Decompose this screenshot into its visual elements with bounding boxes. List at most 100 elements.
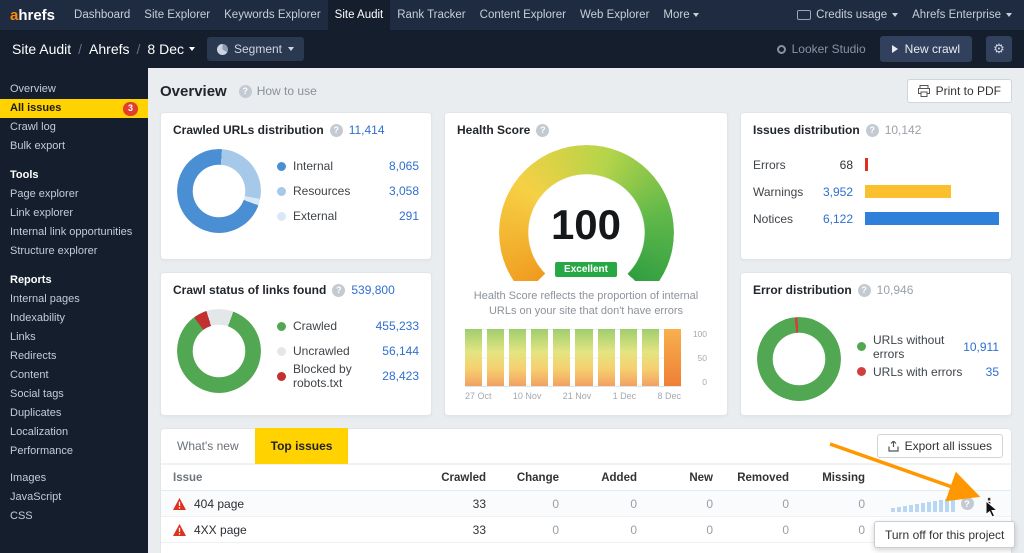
column-issue[interactable]: Issue <box>173 472 406 484</box>
sidebar: Overview All issues 3 Crawl log Bulk exp… <box>0 68 148 553</box>
column-added[interactable]: Added <box>559 472 637 484</box>
segment-button[interactable]: Segment <box>207 37 304 61</box>
sidebar-item-all-issues[interactable]: All issues 3 <box>0 99 148 118</box>
dist-value[interactable]: 68 <box>809 158 853 172</box>
cell-crawled[interactable]: 33 <box>406 523 486 537</box>
sidebar-item-link-explorer[interactable]: Link explorer <box>0 204 148 223</box>
nav-item-site-audit[interactable]: Site Audit <box>328 0 391 30</box>
legend-value[interactable]: 35 <box>986 365 999 379</box>
tab-whats-new[interactable]: What's new <box>161 428 255 464</box>
print-to-pdf-button[interactable]: Print to PDF <box>907 79 1012 103</box>
tab-top-issues[interactable]: Top issues <box>255 428 349 464</box>
legend-value[interactable]: 455,233 <box>376 319 419 333</box>
issue-name[interactable]: 4XX page <box>194 523 247 537</box>
history-bar[interactable] <box>575 329 592 386</box>
history-bar[interactable] <box>531 329 548 386</box>
nav-item-dashboard[interactable]: Dashboard <box>67 0 137 30</box>
column-crawled[interactable]: Crawled <box>406 472 486 484</box>
history-bar[interactable] <box>642 329 659 386</box>
help-icon[interactable] <box>866 124 879 137</box>
chevron-down-icon <box>1006 13 1012 17</box>
crawl-date-selector[interactable]: 8 Dec <box>147 41 195 57</box>
sidebar-item-page-explorer[interactable]: Page explorer <box>0 185 148 204</box>
help-icon[interactable] <box>330 124 343 137</box>
sidebar-item-internal-link-opportunities[interactable]: Internal link opportunities <box>0 223 148 242</box>
sidebar-item-internal-pages[interactable]: Internal pages <box>0 290 148 309</box>
legend-value[interactable]: 10,911 <box>963 340 999 354</box>
export-all-issues-button[interactable]: Export all issues <box>877 434 1003 458</box>
history-bar[interactable] <box>465 329 482 386</box>
dist-value[interactable]: 3,952 <box>809 185 853 199</box>
help-icon[interactable] <box>536 124 549 137</box>
issue-name[interactable]: 404 page <box>194 497 244 511</box>
legend-value[interactable]: 3,058 <box>389 184 419 198</box>
nav-item-web-explorer[interactable]: Web Explorer <box>573 0 656 30</box>
looker-studio-link[interactable]: Looker Studio <box>777 42 866 56</box>
nav-item-more[interactable]: More <box>656 0 705 30</box>
sidebar-item-redirects[interactable]: Redirects <box>0 347 148 366</box>
sidebar-item-crawl-log[interactable]: Crawl log <box>0 118 148 137</box>
nav-item-rank-tracker[interactable]: Rank Tracker <box>390 0 472 30</box>
chevron-down-icon <box>693 13 699 17</box>
history-bar[interactable] <box>487 329 504 386</box>
sidebar-item-links[interactable]: Links <box>0 328 148 347</box>
sidebar-item-indexability[interactable]: Indexability <box>0 309 148 328</box>
legend-label: URLs with errors <box>873 365 962 379</box>
crawled-urls-total[interactable]: 11,414 <box>349 123 385 137</box>
sidebar-item-localization[interactable]: Localization <box>0 423 148 442</box>
turn-off-project-menu-item[interactable]: Turn off for this project <box>874 521 1015 548</box>
legend-label: External <box>293 209 337 223</box>
legend-label: URLs without errors <box>873 333 963 361</box>
row-menu-icon[interactable] <box>979 495 999 512</box>
dist-value[interactable]: 6,122 <box>809 212 853 226</box>
crawl-status-total[interactable]: 539,800 <box>351 283 394 297</box>
legend-value[interactable]: 28,423 <box>382 369 419 383</box>
history-bar-current[interactable] <box>664 329 681 386</box>
sidebar-item-duplicates[interactable]: Duplicates <box>0 404 148 423</box>
cell-missing: 0 <box>789 497 865 511</box>
column-new[interactable]: New <box>637 472 713 484</box>
settings-button[interactable] <box>986 36 1012 62</box>
help-icon[interactable] <box>858 284 871 297</box>
sidebar-item-social-tags[interactable]: Social tags <box>0 385 148 404</box>
column-change[interactable]: Change <box>486 472 559 484</box>
sidebar-item-javascript[interactable]: JavaScript <box>0 488 148 507</box>
sidebar-item-css[interactable]: CSS <box>0 507 148 526</box>
dist-label: Warnings <box>753 185 809 199</box>
history-bar[interactable] <box>620 329 637 386</box>
breadcrumb-site-audit[interactable]: Site Audit <box>12 41 71 57</box>
nav-item-keywords-explorer[interactable]: Keywords Explorer <box>217 0 328 30</box>
sidebar-item-bulk-export[interactable]: Bulk export <box>0 137 148 156</box>
history-bar[interactable] <box>553 329 570 386</box>
history-bars <box>465 329 681 387</box>
legend-label: Internal <box>293 159 333 173</box>
legend-value[interactable]: 291 <box>399 209 419 223</box>
credits-usage-menu[interactable]: Credits usage <box>797 9 898 21</box>
sidebar-item-structure-explorer[interactable]: Structure explorer <box>0 242 148 261</box>
cell-crawled[interactable]: 33 <box>406 497 486 511</box>
legend-value[interactable]: 56,144 <box>382 344 419 358</box>
warnings-bar <box>865 185 951 198</box>
card-title: Error distribution <box>753 283 852 297</box>
help-icon[interactable] <box>332 284 345 297</box>
how-to-use-link[interactable]: How to use <box>239 84 317 98</box>
issue-row-404[interactable]: 404 page 33 0 0 0 0 0 <box>161 491 1011 517</box>
column-missing[interactable]: Missing <box>789 472 865 484</box>
legend-value[interactable]: 8,065 <box>389 159 419 173</box>
legend-item: Blocked by robots.txt 28,423 <box>277 364 419 389</box>
account-menu[interactable]: Ahrefs Enterprise <box>912 9 1012 21</box>
sidebar-item-overview[interactable]: Overview <box>0 80 148 99</box>
column-removed[interactable]: Removed <box>713 472 789 484</box>
y-tick: 100 <box>686 329 707 339</box>
sidebar-item-images[interactable]: Images <box>0 469 148 488</box>
history-bar[interactable] <box>509 329 526 386</box>
nav-item-site-explorer[interactable]: Site Explorer <box>137 0 217 30</box>
sidebar-item-content[interactable]: Content <box>0 366 148 385</box>
ahrefs-logo[interactable]: ahrefs <box>0 0 67 30</box>
sidebar-item-performance[interactable]: Performance <box>0 442 148 461</box>
help-icon[interactable] <box>961 497 974 510</box>
breadcrumb-project[interactable]: Ahrefs <box>89 41 129 57</box>
new-crawl-button[interactable]: New crawl <box>880 36 972 62</box>
history-bar[interactable] <box>598 329 615 386</box>
nav-item-content-explorer[interactable]: Content Explorer <box>473 0 573 30</box>
